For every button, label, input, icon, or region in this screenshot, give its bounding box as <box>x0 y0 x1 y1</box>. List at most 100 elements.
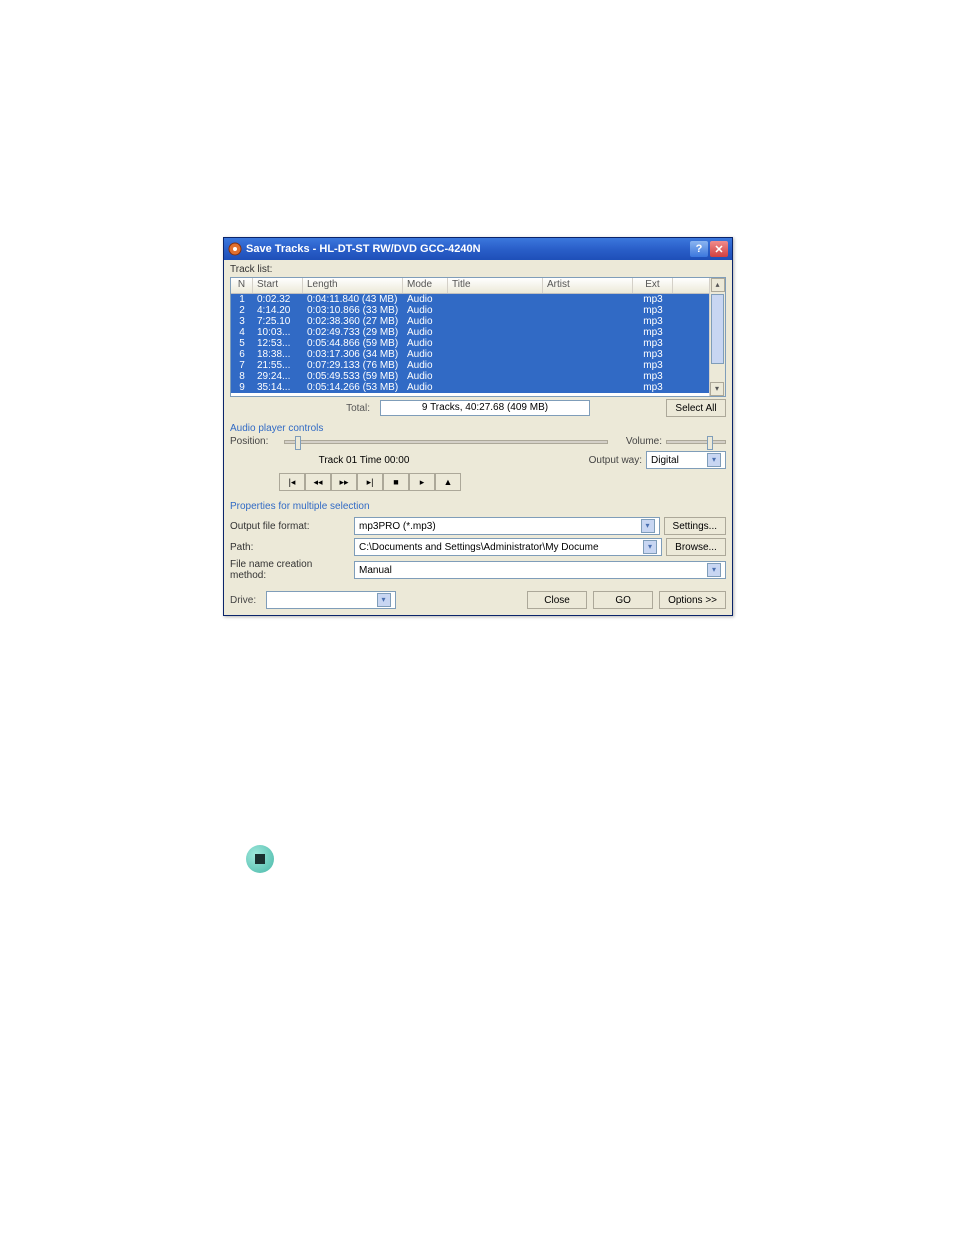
close-button[interactable]: ✕ <box>710 241 728 257</box>
chevron-down-icon: ▾ <box>377 593 391 607</box>
cell-length: 0:05:49.533 (59 MB) <box>303 371 403 382</box>
tracklist: N Start Length Mode Title Artist Ext 10:… <box>230 277 726 397</box>
cell-title <box>448 382 543 393</box>
table-row[interactable]: 37:25.100:02:38.360 (27 MB)Audio mp3 <box>231 316 709 327</box>
cell-title <box>448 316 543 327</box>
table-row[interactable]: 410:03...0:02:49.733 (29 MB)Audiomp3 <box>231 327 709 338</box>
outputway-value: Digital <box>651 455 679 466</box>
browse-button[interactable]: Browse... <box>666 538 726 556</box>
play-button[interactable]: ▸ <box>409 473 435 491</box>
stop-icon <box>246 845 274 873</box>
format-label: Output file format: <box>230 521 350 532</box>
stop-button[interactable]: ■ <box>383 473 409 491</box>
col-mode[interactable]: Mode <box>403 278 448 293</box>
cell-mode: Audio <box>403 371 448 382</box>
cell-title <box>448 294 543 305</box>
cell-title <box>448 327 543 338</box>
table-row[interactable]: 721:55...0:07:29.133 (76 MB)Audiomp3 <box>231 360 709 371</box>
total-label: Total: <box>230 403 380 414</box>
cell-n: 5 <box>231 338 253 349</box>
cell-artist <box>543 360 633 371</box>
fast-forward-button[interactable]: ▸▸ <box>331 473 357 491</box>
transport-controls: |◂ ◂◂ ▸▸ ▸| ■ ▸ ▲ <box>279 473 732 491</box>
cell-artist <box>543 305 633 316</box>
cell-ext: mp3 <box>633 382 673 393</box>
save-tracks-dialog: Save Tracks - HL-DT-ST RW/DVD GCC-4240N … <box>223 237 733 616</box>
outputway-combo[interactable]: Digital ▾ <box>646 451 726 469</box>
cell-start: 10:03... <box>253 327 303 338</box>
volume-label: Volume: <box>612 436 662 447</box>
cell-n: 2 <box>231 305 253 316</box>
table-row[interactable]: 512:53...0:05:44.866 (59 MB)Audiomp3 <box>231 338 709 349</box>
cell-mode: Audio <box>403 382 448 393</box>
cell-title <box>448 338 543 349</box>
help-button[interactable]: ? <box>690 241 708 257</box>
col-length[interactable]: Length <box>303 278 403 293</box>
chevron-down-icon: ▾ <box>641 519 655 533</box>
cell-length: 0:05:14.266 (53 MB) <box>303 382 403 393</box>
cell-title <box>448 360 543 371</box>
col-ext[interactable]: Ext <box>633 278 673 293</box>
app-icon <box>228 242 242 256</box>
format-value: mp3PRO (*.mp3) <box>359 521 436 532</box>
go-button[interactable]: GO <box>593 591 653 609</box>
method-combo[interactable]: Manual ▾ <box>354 561 726 579</box>
col-artist[interactable]: Artist <box>543 278 633 293</box>
settings-button[interactable]: Settings... <box>664 517 726 535</box>
volume-slider[interactable] <box>666 440 726 444</box>
cell-title <box>448 305 543 316</box>
table-row[interactable]: 24:14.200:03:10.866 (33 MB)Audiomp3 <box>231 305 709 316</box>
cell-length: 0:07:29.133 (76 MB) <box>303 360 403 371</box>
tracklist-header[interactable]: N Start Length Mode Title Artist Ext <box>231 278 709 294</box>
cell-mode: Audio <box>403 316 448 327</box>
cell-ext: mp3 <box>633 338 673 349</box>
format-combo[interactable]: mp3PRO (*.mp3) ▾ <box>354 517 660 535</box>
cell-start: 21:55... <box>253 360 303 371</box>
table-row[interactable]: 618:38...0:03:17.306 (34 MB)Audiomp3 <box>231 349 709 360</box>
tracklist-scrollbar[interactable]: ▴ ▾ <box>709 278 725 396</box>
cell-artist <box>543 338 633 349</box>
select-all-button[interactable]: Select All <box>666 399 726 417</box>
drive-combo[interactable]: ▾ <box>266 591 396 609</box>
properties-label: Properties for multiple selection <box>224 495 732 514</box>
bottom-bar: Drive: ▾ Close GO Options >> <box>230 591 726 609</box>
table-row[interactable]: 10:02.320:04:11.840 (43 MB)Audiomp3 <box>231 294 709 305</box>
path-combo[interactable]: C:\Documents and Settings\Administrator\… <box>354 538 662 556</box>
cell-ext: mp3 <box>633 371 673 382</box>
drive-label: Drive: <box>230 595 260 606</box>
table-row[interactable]: 829:24...0:05:49.533 (59 MB)Audiomp3 <box>231 371 709 382</box>
rewind-button[interactable]: ◂◂ <box>305 473 331 491</box>
cell-start: 18:38... <box>253 349 303 360</box>
col-title[interactable]: Title <box>448 278 543 293</box>
eject-button[interactable]: ▲ <box>435 473 461 491</box>
cell-start: 0:02.32 <box>253 294 303 305</box>
skip-forward-button[interactable]: ▸| <box>357 473 383 491</box>
cell-length: 0:03:10.866 (33 MB) <box>303 305 403 316</box>
close-dialog-button[interactable]: Close <box>527 591 587 609</box>
col-start[interactable]: Start <box>253 278 303 293</box>
cell-n: 8 <box>231 371 253 382</box>
cell-n: 3 <box>231 316 253 327</box>
scroll-down-icon[interactable]: ▾ <box>710 382 724 396</box>
titlebar[interactable]: Save Tracks - HL-DT-ST RW/DVD GCC-4240N … <box>224 238 732 260</box>
position-slider[interactable] <box>284 440 608 444</box>
cell-start: 7:25.10 <box>253 316 303 327</box>
col-n[interactable]: N <box>231 278 253 293</box>
cell-artist <box>543 382 633 393</box>
cell-ext: mp3 <box>633 316 673 327</box>
chevron-down-icon: ▾ <box>707 453 721 467</box>
table-row[interactable]: 935:14...0:05:14.266 (53 MB)Audiomp3 <box>231 382 709 393</box>
skip-back-button[interactable]: |◂ <box>279 473 305 491</box>
totals-row: Total: 9 Tracks, 40:27.68 (409 MB) Selec… <box>230 399 726 417</box>
outputway-label: Output way: <box>582 455 642 466</box>
cell-artist <box>543 371 633 382</box>
cell-ext: mp3 <box>633 294 673 305</box>
cell-length: 0:02:38.360 (27 MB) <box>303 316 403 327</box>
scroll-thumb[interactable] <box>711 294 724 364</box>
cell-mode: Audio <box>403 360 448 371</box>
cell-artist <box>543 327 633 338</box>
options-button[interactable]: Options >> <box>659 591 726 609</box>
cell-start: 35:14... <box>253 382 303 393</box>
chevron-down-icon: ▾ <box>643 540 657 554</box>
scroll-up-icon[interactable]: ▴ <box>711 278 725 292</box>
